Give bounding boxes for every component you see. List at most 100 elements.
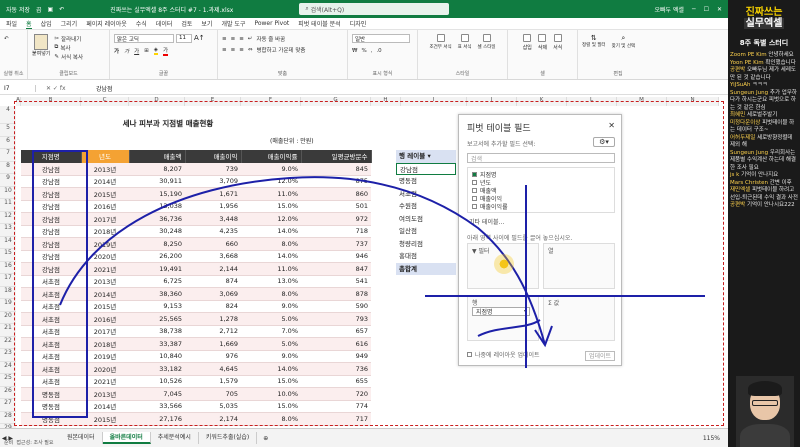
- tab-developer[interactable]: 개발 도구: [221, 19, 245, 28]
- cell-visits[interactable]: 720: [301, 387, 371, 401]
- cell-profit[interactable]: 739: [185, 162, 241, 176]
- cell-sales[interactable]: 15,190: [129, 187, 185, 201]
- insert-cell-button[interactable]: 삽입: [523, 34, 532, 51]
- column-header[interactable]: I: [401, 97, 467, 106]
- cell-margin[interactable]: 10.0%: [241, 387, 301, 401]
- cell-sales[interactable]: 10,526: [129, 375, 185, 388]
- cell-branch[interactable]: 강남점: [21, 162, 81, 176]
- format-cell-button[interactable]: 서식: [553, 34, 562, 51]
- chat-username[interactable]: 미정다운이상: [730, 120, 760, 126]
- row-field-chip[interactable]: 지점명 ▾: [472, 307, 530, 316]
- table-format-button[interactable]: 표 서식: [458, 34, 472, 50]
- cell-profit[interactable]: 976: [185, 350, 241, 363]
- align-top-icon[interactable]: ≡: [222, 36, 227, 42]
- cell-margin[interactable]: 8.0%: [241, 237, 301, 251]
- cell-visits[interactable]: 541: [301, 275, 371, 288]
- cell-branch[interactable]: 강남점: [21, 262, 81, 276]
- cell-profit[interactable]: 660: [185, 237, 241, 251]
- cell-branch[interactable]: 명동점: [21, 387, 81, 401]
- conditional-format-button[interactable]: 조건부 서식: [430, 34, 452, 50]
- cell-year[interactable]: 2021년: [81, 375, 129, 388]
- sheet-tab-active[interactable]: 올바른데이터: [102, 432, 151, 444]
- chat-username[interactable]: Yoon PE Kim: [730, 60, 764, 66]
- row-header[interactable]: 16: [0, 262, 16, 274]
- cell-sales[interactable]: 25,565: [129, 312, 185, 326]
- header-visits[interactable]: 일평균방문수: [301, 150, 372, 163]
- checkbox[interactable]: [472, 171, 477, 177]
- chat-username[interactable]: 최혜민: [730, 112, 745, 118]
- sort-filter-button[interactable]: ⇅ 정렬 및 필터: [582, 34, 606, 49]
- column-header[interactable]: K: [517, 97, 567, 106]
- name-box[interactable]: I7: [0, 85, 36, 92]
- cell-branch[interactable]: 서초점: [21, 300, 81, 313]
- cell-visits[interactable]: 875: [301, 175, 371, 188]
- cell-sales[interactable]: 33,182: [129, 362, 185, 376]
- cell-margin[interactable]: 15.0%: [241, 375, 301, 388]
- pivot-item[interactable]: 명동점: [396, 175, 456, 188]
- cell-branch[interactable]: 강남점: [21, 187, 81, 201]
- align-left-icon[interactable]: ≡: [222, 47, 227, 53]
- cell-branch[interactable]: 강남점: [21, 175, 81, 188]
- column-header[interactable]: D: [129, 97, 185, 106]
- row-header[interactable]: 18: [0, 287, 16, 299]
- find-select-button[interactable]: ⌕ 찾기 및 선택: [612, 34, 636, 49]
- cell-sales[interactable]: 9,153: [129, 300, 185, 313]
- row-header[interactable]: 4: [0, 106, 16, 124]
- cell-profit[interactable]: 824: [185, 300, 241, 313]
- row-header[interactable]: 22: [0, 337, 16, 349]
- tab-page-layout[interactable]: 페이지 레이아웃: [86, 19, 127, 28]
- header-sales[interactable]: 매출액: [129, 150, 186, 163]
- cell-profit[interactable]: 874: [185, 275, 241, 288]
- cell-sales[interactable]: 8,250: [129, 237, 185, 251]
- cell-year[interactable]: 2019년: [81, 237, 129, 251]
- cell-branch[interactable]: 서초점: [21, 337, 81, 351]
- cell-year[interactable]: 2017년: [81, 212, 129, 226]
- field-item[interactable]: 지점명: [472, 170, 610, 179]
- checkbox[interactable]: [472, 195, 477, 201]
- cell-branch[interactable]: 서초점: [21, 375, 81, 388]
- header-year[interactable]: 년도: [81, 150, 130, 163]
- more-tables-link[interactable]: 기타 테이블...: [469, 217, 504, 226]
- row-header[interactable]: 26: [0, 387, 16, 399]
- format-painter-button[interactable]: ✎ 서식 복사: [54, 52, 83, 61]
- cell-branch[interactable]: 강남점: [21, 212, 81, 226]
- cell-year[interactable]: 2013년: [81, 387, 129, 401]
- chat-username[interactable]: 공편박: [730, 67, 745, 73]
- cell-margin[interactable]: 11.0%: [241, 187, 301, 201]
- row-header[interactable]: 12: [0, 212, 16, 224]
- cell-visits[interactable]: 736: [301, 362, 371, 376]
- cell-style-button[interactable]: 셀 스타일: [478, 34, 496, 50]
- cell-visits[interactable]: 718: [301, 225, 371, 238]
- wrap-text-button[interactable]: 자동 줄 바꿈: [256, 35, 285, 43]
- cell-visits[interactable]: 949: [301, 350, 371, 363]
- cell-profit[interactable]: 1,278: [185, 312, 241, 326]
- values-area[interactable]: Σ 값: [543, 295, 615, 341]
- cell-branch[interactable]: 서초점: [21, 350, 81, 363]
- field-search-input[interactable]: 검색: [467, 153, 615, 163]
- cell-profit[interactable]: 3,668: [185, 250, 241, 263]
- cell-sales[interactable]: 19,491: [129, 262, 185, 276]
- italic-icon[interactable]: 가: [124, 47, 129, 55]
- align-bottom-icon[interactable]: ≡: [239, 36, 244, 42]
- cell-margin[interactable]: 8.0%: [241, 287, 301, 301]
- cell-margin[interactable]: 5.0%: [241, 337, 301, 351]
- maximize-icon[interactable]: ☐: [704, 6, 709, 13]
- copy-button[interactable]: ⧉ 복사: [54, 43, 83, 52]
- column-header[interactable]: B: [21, 97, 81, 106]
- cell-visits[interactable]: 774: [301, 400, 371, 413]
- cell-sales[interactable]: 30,248: [129, 225, 185, 238]
- border-icon[interactable]: ⊞: [144, 48, 149, 54]
- user-name[interactable]: 오빠두 엑셀: [654, 5, 684, 14]
- row-header[interactable]: 13: [0, 224, 16, 237]
- cell-margin[interactable]: 12.0%: [241, 212, 301, 226]
- cell-branch[interactable]: 서초점: [21, 287, 81, 301]
- cell-year[interactable]: 2015년: [81, 187, 129, 201]
- row-header[interactable]: 21: [0, 324, 16, 337]
- font-size-select[interactable]: 11: [176, 34, 192, 43]
- cell-branch[interactable]: 명동점: [21, 400, 81, 413]
- cell-year[interactable]: 2014년: [81, 175, 129, 188]
- cell-sales[interactable]: 13,038: [129, 200, 185, 213]
- chat-username[interactable]: 어허두제일: [730, 135, 755, 141]
- cell-profit[interactable]: 1,956: [185, 200, 241, 213]
- save-icon[interactable]: ▣: [48, 6, 54, 13]
